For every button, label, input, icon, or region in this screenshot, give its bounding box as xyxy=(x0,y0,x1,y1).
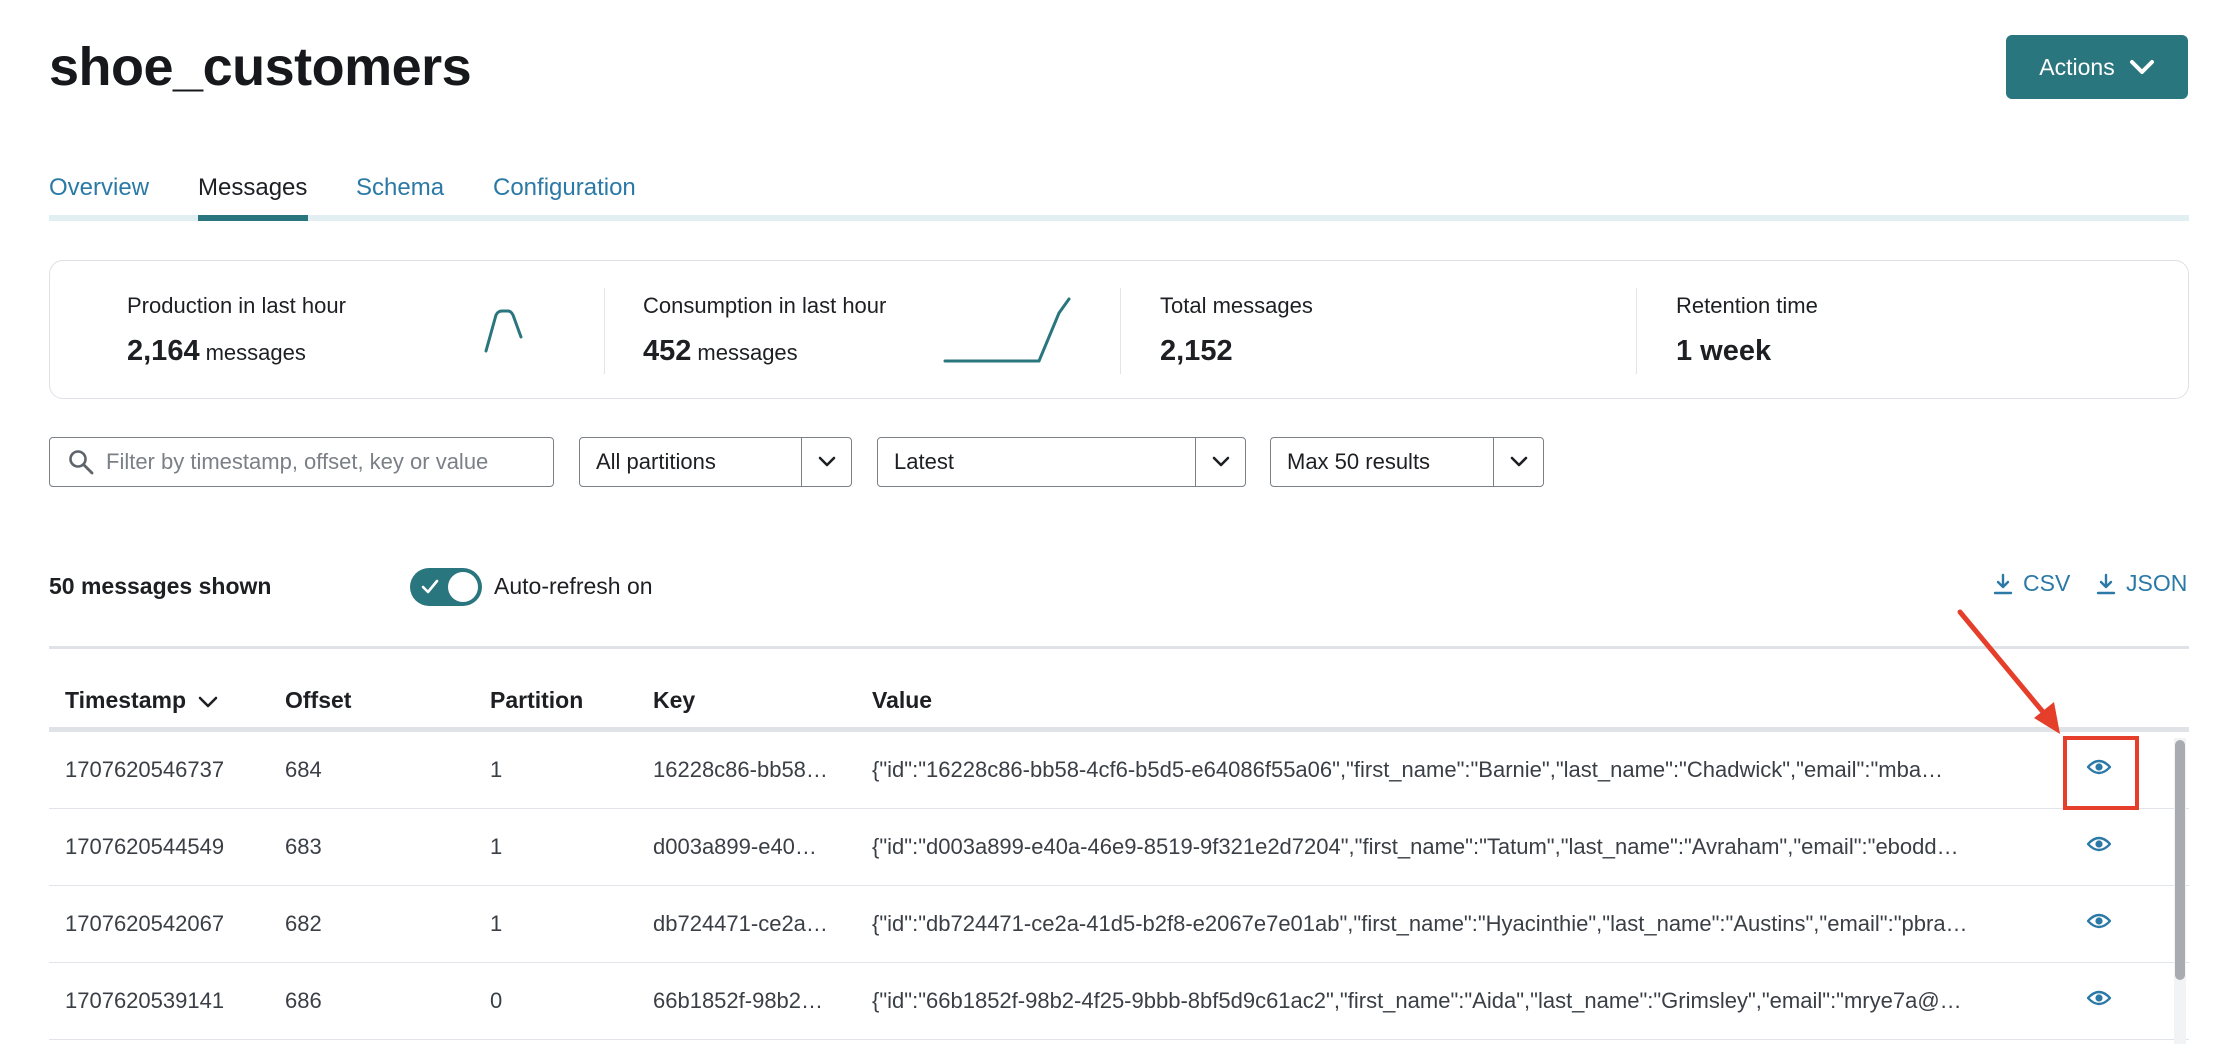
stat-total-value: 2,152 xyxy=(1160,335,1233,367)
cell-offset: 683 xyxy=(285,834,322,859)
page-title: shoe_customers xyxy=(49,37,472,97)
cell-timestamp: 1707620542067 xyxy=(65,911,225,936)
stat-production-value: 2,164 messages xyxy=(127,335,306,367)
toggle-knob xyxy=(448,572,478,602)
tab-bar: Overview Messages Schema Configuration xyxy=(49,164,2189,221)
check-icon xyxy=(421,579,439,594)
cell-key: 16228c86-bb58… xyxy=(653,757,828,782)
download-icon xyxy=(2096,573,2116,594)
download-json-label: JSON xyxy=(2126,570,2188,596)
column-header-offset: Offset xyxy=(285,687,352,713)
stat-consumption: Consumption in last hour 452 messages xyxy=(643,293,886,368)
cell-offset: 682 xyxy=(285,911,322,936)
search-icon xyxy=(69,450,94,475)
table-row[interactable]: 1707620544549 683 1 d003a899-e40… {"id":… xyxy=(49,809,2189,886)
download-csv-label: CSV xyxy=(2023,570,2071,596)
cell-partition: 1 xyxy=(490,757,503,782)
stats-panel: Production in last hour 2,164 messages Co… xyxy=(49,260,2189,399)
cell-key: d003a899-e40… xyxy=(653,834,817,859)
offset-select[interactable]: Latest xyxy=(877,437,1246,487)
chevron-down-icon xyxy=(1212,456,1229,467)
cell-timestamp: 1707620546737 xyxy=(65,757,225,782)
column-header-timestamp[interactable]: Timestamp xyxy=(65,687,218,714)
partition-select-value: All partitions xyxy=(596,449,716,474)
stat-retention: Retention time 1 week xyxy=(1676,293,1818,368)
stat-consumption-unit: messages xyxy=(697,340,798,365)
column-header-value: Value xyxy=(872,687,933,713)
tab-schema[interactable]: Schema xyxy=(356,174,444,202)
annotation-arrow-icon xyxy=(1957,609,2060,734)
eye-icon[interactable] xyxy=(2087,989,2111,1007)
eye-icon[interactable] xyxy=(2087,912,2111,930)
download-csv-link[interactable]: CSV xyxy=(1993,570,2070,597)
table-row[interactable]: 1707620542067 682 1 db724471-ce2a… {"id"… xyxy=(49,886,2189,963)
chevron-down-icon xyxy=(1510,456,1527,467)
tab-configuration[interactable]: Configuration xyxy=(493,174,636,202)
stat-consumption-value: 452 messages xyxy=(643,335,798,367)
stat-divider xyxy=(1636,288,1637,374)
search-input[interactable] xyxy=(106,449,546,475)
cell-value: {"id":"db724471-ce2a-41d5-b2f8-e2067e7e0… xyxy=(872,911,1968,936)
cell-partition: 1 xyxy=(490,911,503,936)
offset-select-value: Latest xyxy=(894,449,954,474)
tab-messages[interactable]: Messages xyxy=(198,174,307,202)
offset-select-toggle[interactable] xyxy=(1195,438,1245,486)
cell-partition: 0 xyxy=(490,988,503,1013)
limit-select[interactable]: Max 50 results xyxy=(1270,437,1544,487)
tab-overview[interactable]: Overview xyxy=(49,174,149,202)
annotation-highlight-box xyxy=(2063,736,2139,810)
cell-key: 66b1852f-98b2… xyxy=(653,988,824,1013)
column-header-key: Key xyxy=(653,687,696,713)
stat-production-label: Production in last hour xyxy=(127,293,346,318)
chevron-down-icon xyxy=(2129,60,2154,74)
stat-total-label: Total messages xyxy=(1160,293,1313,318)
column-header-partition: Partition xyxy=(490,687,584,713)
download-json-link[interactable]: JSON xyxy=(2096,570,2187,597)
partition-select-toggle[interactable] xyxy=(801,438,851,486)
cell-offset: 686 xyxy=(285,988,322,1013)
auto-refresh-toggle[interactable] xyxy=(410,568,482,606)
partition-select[interactable]: All partitions xyxy=(579,437,852,487)
cell-value: {"id":"16228c86-bb58-4cf6-b5d5-e64086f55… xyxy=(872,757,1944,782)
active-tab-indicator xyxy=(198,215,308,221)
actions-label: Actions xyxy=(2039,53,2115,80)
stat-consumption-label: Consumption in last hour xyxy=(643,293,887,318)
cell-partition: 1 xyxy=(490,834,503,859)
consumption-sparkline xyxy=(943,297,1071,363)
table-header: Timestamp Offset Partition Key Value xyxy=(49,646,2189,732)
table-scrollbar-thumb[interactable] xyxy=(2175,740,2185,980)
limit-select-toggle[interactable] xyxy=(1493,438,1543,486)
messages-shown-count: 50 messages shown xyxy=(49,573,272,599)
cell-value: {"id":"66b1852f-98b2-4f25-9bbb-8bf5d9c61… xyxy=(872,988,1962,1013)
actions-button[interactable]: Actions xyxy=(2006,35,2188,99)
cell-timestamp: 1707620544549 xyxy=(65,834,225,859)
stat-retention-value: 1 week xyxy=(1676,335,1772,367)
cell-offset: 684 xyxy=(285,757,322,782)
eye-icon[interactable] xyxy=(2087,835,2111,853)
table-row[interactable]: 1707620539141 686 0 66b1852f-98b2… {"id"… xyxy=(49,963,2189,1040)
sort-descending-icon xyxy=(198,696,218,708)
stat-divider xyxy=(1120,288,1121,374)
stat-production-unit: messages xyxy=(205,340,306,365)
messages-table: Timestamp Offset Partition Key Value 170… xyxy=(49,646,2189,1040)
limit-select-value: Max 50 results xyxy=(1287,449,1431,474)
search-field[interactable] xyxy=(49,437,554,487)
table-row[interactable]: 1707620546737 684 1 16228c86-bb58… {"id"… xyxy=(49,732,2189,809)
stat-retention-label: Retention time xyxy=(1676,293,1818,318)
cell-key: db724471-ce2a… xyxy=(653,911,828,936)
chevron-down-icon xyxy=(818,456,835,467)
cell-timestamp: 1707620539141 xyxy=(65,988,225,1013)
stat-divider xyxy=(604,288,605,374)
cell-value: {"id":"d003a899-e40a-46e9-8519-9f321e2d7… xyxy=(872,834,1959,859)
stat-production: Production in last hour 2,164 messages xyxy=(127,293,346,368)
stat-total: Total messages 2,152 xyxy=(1160,293,1313,368)
download-icon xyxy=(1993,573,2013,594)
auto-refresh-label: Auto-refresh on xyxy=(494,573,653,599)
production-sparkline xyxy=(484,309,523,353)
